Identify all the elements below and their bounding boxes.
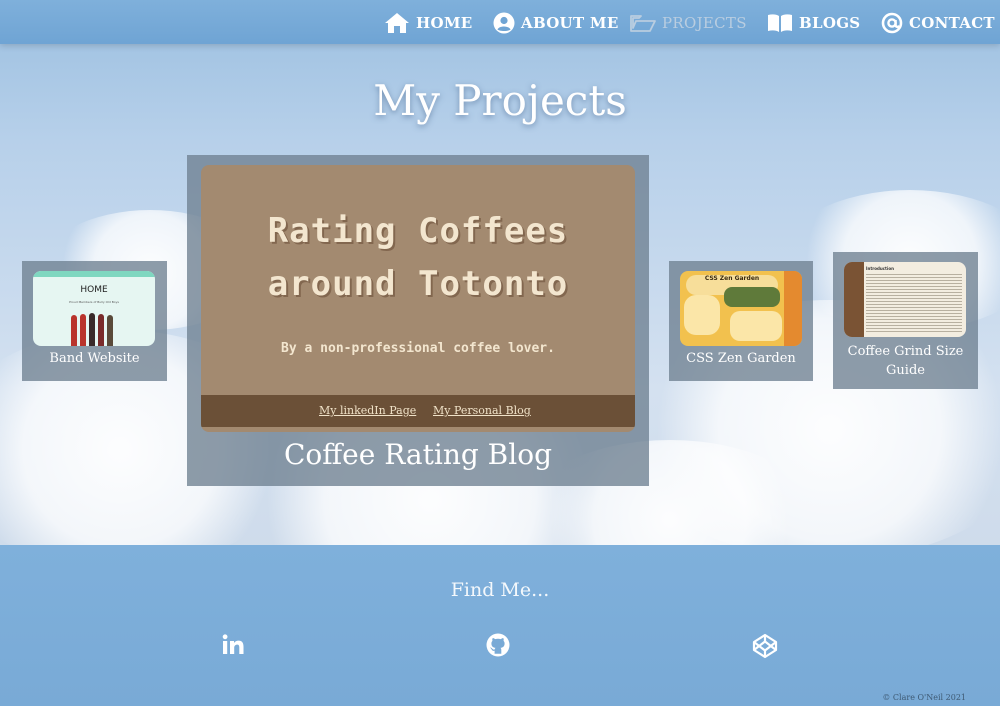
book-icon <box>767 13 793 33</box>
codepen-link[interactable] <box>751 632 779 660</box>
project-card-coffee-grind-size-guide[interactable]: Introduction Coffee Grind Size Guide <box>833 252 978 389</box>
project-card-band-website[interactable]: HOME Proud Members of Bully Old Boys Ban… <box>22 261 167 381</box>
copyright-text: © Clare O'Neil 2021 <box>882 693 966 702</box>
css-zen-garden-thumbnail: CSS Zen Garden <box>680 271 802 346</box>
nav-home-label: HOME <box>416 14 473 32</box>
folder-open-icon <box>630 13 656 33</box>
band-thumb-caption: Proud Members of Bully Old Boys <box>69 300 119 304</box>
linkedin-icon <box>220 634 246 662</box>
coffee-grind-guide-thumbnail: Introduction <box>844 262 966 337</box>
nav-contact-label: CONTACT <box>909 14 995 32</box>
featured-thumb-heading-line1: Rating Coffees <box>267 211 569 251</box>
featured-thumb-footer: My linkedIn Page My Personal Blog <box>201 395 635 427</box>
nav-blogs[interactable]: BLOGS <box>767 9 860 37</box>
nav-projects[interactable]: PROJECTS <box>630 9 747 37</box>
band-photo-image <box>67 311 123 346</box>
github-icon <box>485 633 511 662</box>
band-thumb-heading: HOME <box>80 285 108 295</box>
project-card-css-zen-garden[interactable]: CSS Zen Garden CSS Zen Garden <box>669 261 813 381</box>
featured-thumb-subtitle: By a non-professional coffee lover. <box>281 341 555 356</box>
user-icon <box>493 12 515 34</box>
top-navigation: HOME ABOUT ME PROJECTS BLOGS CONTACT <box>0 0 1000 44</box>
personal-blog-link: My Personal Blog <box>433 404 531 417</box>
grind-thumb-heading: Introduction <box>866 266 894 271</box>
nav-blogs-label: BLOGS <box>799 14 861 32</box>
coffee-rating-blog-label: Coffee Rating Blog <box>283 438 552 471</box>
zen-thumb-heading: CSS Zen Garden <box>704 275 760 282</box>
footer: Find Me... © Clare O'Neil 2021 <box>0 545 1000 706</box>
at-icon <box>881 12 903 34</box>
nav-home[interactable]: HOME <box>384 9 472 37</box>
featured-thumb-heading-line2: around Totonto <box>267 264 569 304</box>
nav-about-me-label: ABOUT ME <box>521 14 619 32</box>
project-card-coffee-rating-blog[interactable]: Rating Coffees around Totonto By a non-p… <box>187 155 649 486</box>
band-website-label: Band Website <box>49 351 140 366</box>
page: HOME ABOUT ME PROJECTS BLOGS CONTACT My … <box>0 0 1000 706</box>
linkedin-link[interactable] <box>220 632 248 660</box>
home-icon <box>384 12 410 34</box>
coffee-rating-blog-thumbnail: Rating Coffees around Totonto By a non-p… <box>201 165 635 432</box>
linkedin-page-link: My linkedIn Page <box>319 404 417 417</box>
nav-about-me[interactable]: ABOUT ME <box>493 9 619 37</box>
nav-projects-label: PROJECTS <box>662 14 747 32</box>
github-link[interactable] <box>485 632 513 660</box>
band-website-thumbnail: HOME Proud Members of Bully Old Boys <box>33 271 155 346</box>
coffee-grind-guide-label: Coffee Grind Size Guide <box>847 344 964 378</box>
codepen-icon <box>751 633 779 664</box>
page-title: My Projects <box>373 76 627 125</box>
nav-contact[interactable]: CONTACT <box>881 9 995 37</box>
find-me-heading: Find Me... <box>450 579 550 601</box>
css-zen-garden-label: CSS Zen Garden <box>686 351 796 366</box>
